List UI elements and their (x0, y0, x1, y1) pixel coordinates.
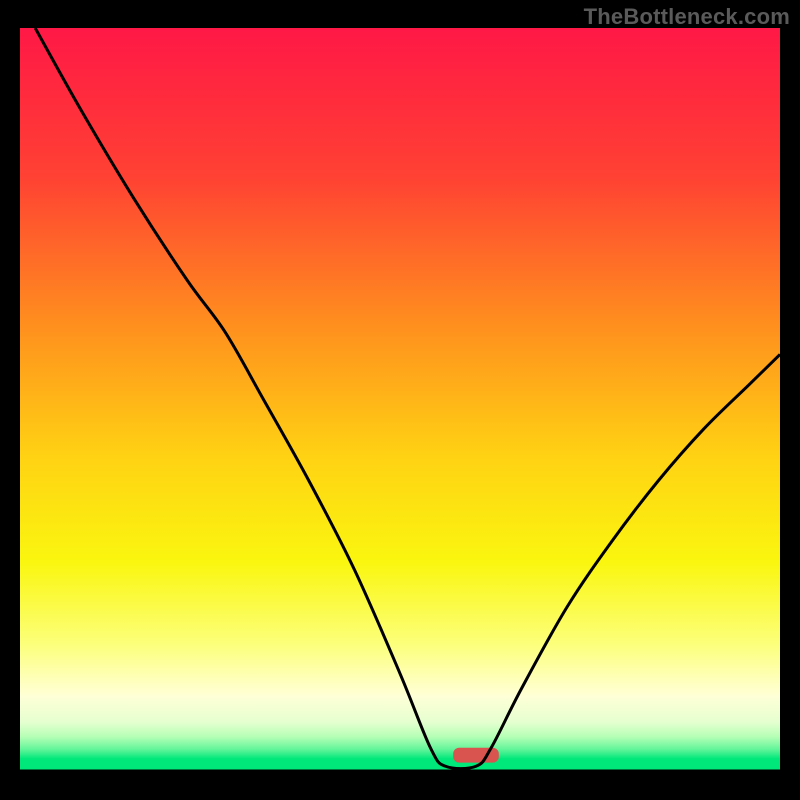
chart-frame: TheBottleneck.com (0, 0, 800, 800)
plot-background (20, 28, 780, 770)
optimal-marker (453, 748, 499, 763)
bottleneck-chart (0, 0, 800, 800)
